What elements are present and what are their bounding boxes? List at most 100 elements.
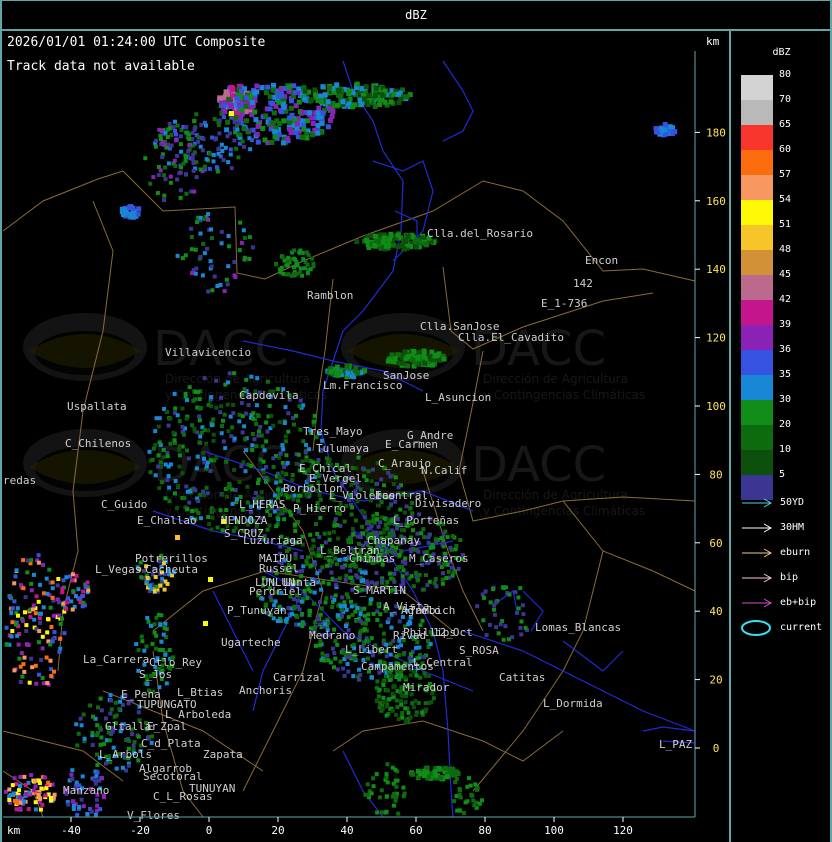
radar-echo-pixel [209,423,214,428]
radar-echo-pixel [342,519,347,524]
radar-echo-pixel [386,357,392,363]
legend-level-label: 20 [779,419,792,430]
radar-echo-pixel [355,575,360,580]
radar-echo-pixel [379,477,384,482]
radar-echo-pixel [371,611,376,616]
radar-echo-pixel [180,425,185,429]
radar-echo-pixel [375,810,380,815]
radar-echo-pixel [376,694,381,699]
radar-echo-pixel [236,155,241,160]
radar-echo-pixel [454,544,459,548]
radar-echo-pixel [391,482,396,487]
radar-echo-pixel [203,621,208,626]
watermark-line2: y Contingencias Climáticas [483,504,645,518]
radar-map[interactable]: DACCDirección de Agriculturay Contingenc… [3,31,729,842]
radar-echo-pixel [394,794,399,799]
radar-echo-pixel [23,783,28,787]
radar-echo-pixel [14,622,18,627]
radar-echo-pixel [311,419,316,424]
radar-map-panel[interactable]: DACC Dirección de Agricultura y Contingenc… [3,31,729,842]
radar-echo-pixel [132,740,137,745]
radar-echo-pixel [80,774,85,779]
radar-echo-pixel [256,481,260,486]
radar-echo-pixel [388,99,394,105]
radar-echo-pixel [494,625,499,630]
radar-echo-pixel [202,216,207,221]
legend-level-label: 48 [779,244,792,255]
radar-echo-pixel [89,809,94,814]
radar-echo-pixel [226,429,231,434]
radar-echo-pixel [50,586,55,591]
radar-echo-pixel [358,619,363,624]
radar-echo-pixel [114,766,119,771]
radar-echo-pixel [503,624,508,629]
radar-echo-pixel [318,600,322,605]
radar-echo-pixel [295,598,300,603]
radar-echo-pixel [379,788,384,793]
radar-echo-pixel [308,532,313,537]
radar-echo-pixel [415,578,420,583]
radar-echo-pixel [327,531,332,536]
radar-echo-pixel [161,455,166,460]
radar-echo-pixel [366,469,371,474]
radar-echo-pixel [316,105,322,111]
radar-echo-pixel [187,385,192,390]
radar-echo-pixel [381,631,386,636]
radar-echo-pixel [381,683,386,687]
radar-echo-pixel [58,636,63,641]
radar-echo-pixel [388,474,393,479]
radar-echo-pixel [145,576,150,580]
radar-echo-pixel [179,149,184,154]
radar-echo-pixel [254,422,259,427]
radar-echo-pixel [225,282,230,287]
radar-echo-pixel [492,603,497,608]
legend-level-label: 35 [779,369,792,380]
radar-echo-pixel [154,633,159,638]
radar-echo-pixel [82,736,87,741]
radar-echo-pixel [358,631,362,636]
radar-echo-pixel [50,639,55,644]
radar-echo-pixel [226,160,231,165]
radar-echo-pixel [242,424,247,429]
radar-echo-pixel [373,85,379,91]
legend-level-label: 45 [779,269,792,280]
radar-echo-pixel [422,360,428,366]
radar-echo-pixel [334,102,340,108]
radar-echo-pixel [242,126,247,131]
radar-echo-pixel [233,275,238,280]
radar-echo-pixel [298,569,303,574]
radar-echo-pixel [369,791,374,796]
radar-echo-pixel [232,436,237,441]
radar-echo-pixel [229,166,234,171]
legend-level-label: 39 [779,319,792,330]
radar-echo-pixel [94,797,99,802]
radar-echo-pixel [278,270,283,275]
radar-echo-pixel [37,672,41,677]
radar-echo-pixel [308,115,314,121]
radar-echo-pixel [424,573,428,578]
place-label-e-challao: E_Challao [137,514,197,527]
radar-echo-pixel [411,349,417,354]
radar-echo-pixel [175,413,180,418]
radar-echo-pixel [283,618,288,623]
radar-echo-pixel [448,545,453,550]
radar-echo-pixel [95,763,100,768]
radar-echo-pixel [187,137,192,141]
legend-swatch-20 [741,425,773,450]
radar-echo-pixel [151,175,156,180]
radar-echo-pixel [237,419,242,424]
radar-echo-pixel [420,618,425,623]
radar-echo-pixel [9,634,14,639]
radar-echo-pixel [41,563,46,567]
radar-echo-pixel [427,532,432,537]
legend-track-label-30hm: 30HM [780,522,805,533]
radar-echo-pixel [410,771,415,777]
watermark-line1: Dirección de Agricultura [483,488,628,502]
radar-echo-pixel [180,406,185,411]
radar-echo-pixel [174,138,178,143]
legend-level-label: 65 [779,119,792,130]
radar-echo-pixel [358,535,363,539]
radar-echo-pixel [344,573,349,578]
radar-echo-pixel [200,273,205,278]
radar-echo-pixel [332,665,336,670]
